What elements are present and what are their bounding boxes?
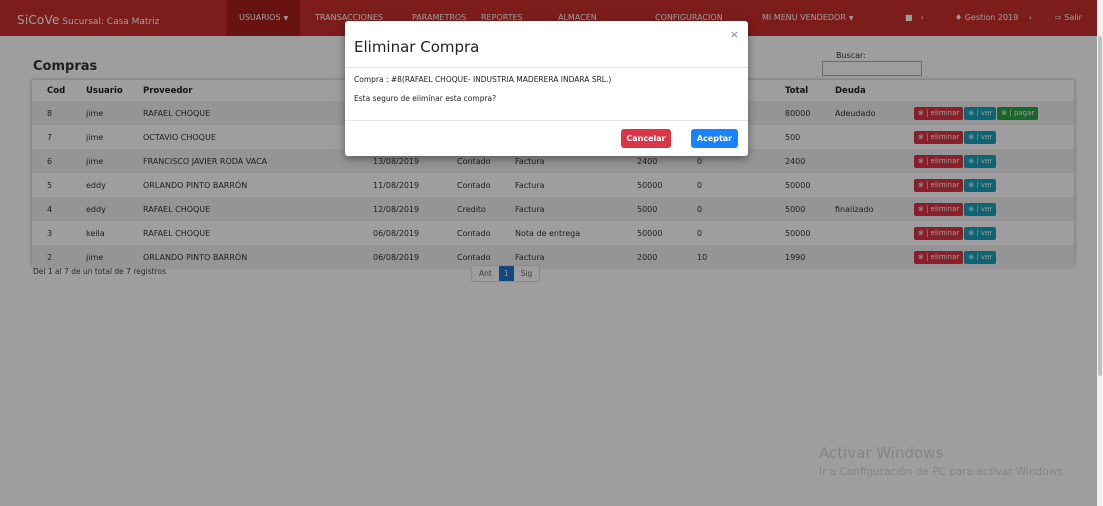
modal-footer: Cancelar Aceptar — [345, 120, 748, 156]
delete-purchase-dialog: Eliminar Compra × Compra : #8(RAFAEL CHO… — [345, 21, 748, 156]
modal-header: Eliminar Compra × — [345, 21, 748, 68]
close-icon[interactable]: × — [730, 28, 739, 41]
modal-title: Eliminar Compra — [354, 38, 480, 56]
modal-purchase-info: Compra : #8(RAFAEL CHOQUE- INDUSTRIA MAD… — [354, 75, 612, 84]
modal-confirm-question: Esta seguro de eliminar esta compra? — [354, 94, 497, 103]
page-scrollbar[interactable] — [1097, 0, 1103, 506]
accept-button[interactable]: Aceptar — [691, 129, 738, 148]
cancel-button[interactable]: Cancelar — [621, 129, 671, 148]
modal-body: Compra : #8(RAFAEL CHOQUE- INDUSTRIA MAD… — [354, 75, 739, 113]
scrollbar-thumb[interactable] — [1098, 36, 1102, 376]
